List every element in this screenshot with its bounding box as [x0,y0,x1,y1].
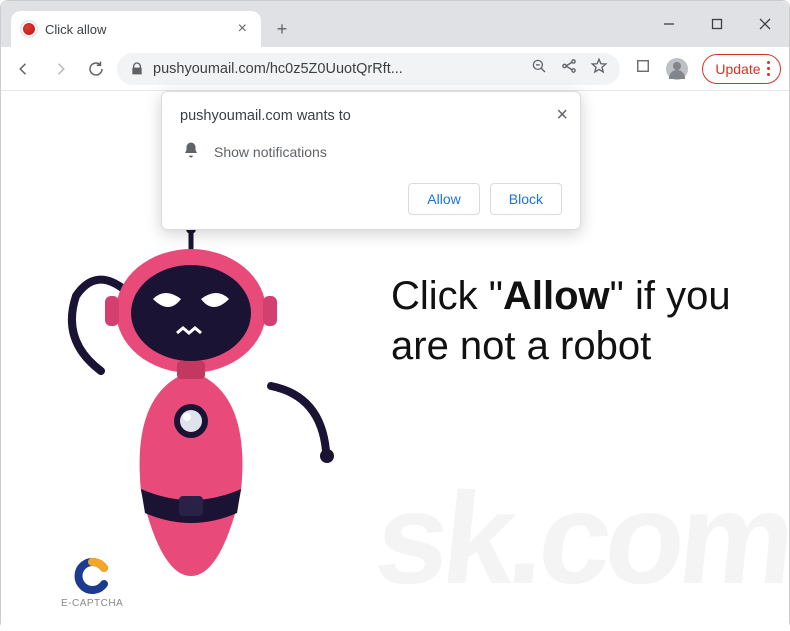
address-bar[interactable]: pushyoumail.com/hc0z5Z0UuotQrRft... [117,53,620,85]
maximize-button[interactable] [693,1,741,47]
bell-icon [182,140,200,163]
update-label: Update [715,61,760,77]
lock-icon [129,61,145,77]
permission-text: Show notifications [214,144,327,160]
close-dialog-button[interactable]: × [556,104,568,127]
url-text: pushyoumail.com/hc0z5Z0UuotQrRft... [153,61,403,77]
permission-title: pushyoumail.com wants to [180,108,562,124]
browser-tab[interactable]: Click allow × [11,11,261,47]
allow-button[interactable]: Allow [408,183,479,215]
forward-button[interactable] [45,54,75,84]
captcha-c-icon [74,558,110,594]
robot-illustration [41,221,361,586]
back-button[interactable] [9,54,39,84]
bookmark-star-icon[interactable] [590,57,608,80]
page-viewport: sk.com × pushyoumail.com wants to Show n… [1,91,789,631]
captcha-label: E-CAPTCHA [61,598,123,609]
favicon-icon [21,21,37,37]
permission-actions: Allow Block [180,183,562,215]
profile-avatar-icon[interactable] [666,58,688,80]
tab-title: Click allow [45,22,234,37]
toolbar-right: Update [634,54,781,84]
e-captcha-logo: E-CAPTCHA [61,558,123,609]
window-controls [645,1,789,47]
page-message: Click "Allow" if you are not a robot [391,271,789,371]
minimize-button[interactable] [645,1,693,47]
browser-toolbar: pushyoumail.com/hc0z5Z0UuotQrRft... Upda… [1,47,789,91]
update-button[interactable]: Update [702,54,781,84]
close-tab-button[interactable]: × [234,18,251,40]
omnibox-actions [530,57,608,80]
notification-permission-dialog: × pushyoumail.com wants to Show notifica… [161,91,581,230]
close-window-button[interactable] [741,1,789,47]
zoom-icon[interactable] [530,57,548,80]
permission-line: Show notifications [182,140,562,163]
share-icon[interactable] [560,57,578,80]
block-button[interactable]: Block [490,183,562,215]
msg-bold: Allow [503,274,610,318]
new-tab-button[interactable]: + [267,14,297,44]
menu-kebab-icon [767,61,771,77]
watermark-text: sk.com [369,463,790,613]
reload-button[interactable] [81,54,111,84]
extensions-icon[interactable] [634,57,652,80]
msg-pre: Click " [391,274,503,318]
window-titlebar: Click allow × + [1,1,789,47]
